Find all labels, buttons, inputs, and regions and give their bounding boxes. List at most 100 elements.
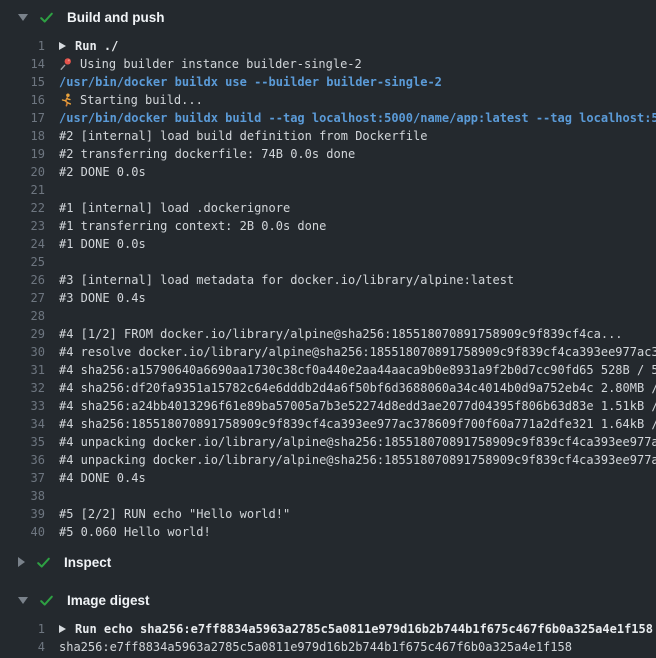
line-number[interactable]: 28 [0, 307, 45, 325]
line-number[interactable]: 27 [0, 289, 45, 307]
line-number[interactable]: 4 [0, 638, 45, 656]
log-text: #4 unpacking docker.io/library/alpine@sh… [59, 451, 656, 469]
line-number[interactable]: 26 [0, 271, 45, 289]
log-block-image-digest: 1 Run echo sha256:e7ff8834a5963a2785c5a08… [0, 617, 656, 658]
log-text-content: #5 [2/2] RUN echo "Hello world!" [59, 505, 290, 523]
line-number[interactable]: 36 [0, 451, 45, 469]
line-number[interactable]: 19 [0, 145, 45, 163]
line-number[interactable]: 22 [0, 199, 45, 217]
log-line: 30 #4 resolve docker.io/library/alpine@sh… [0, 343, 656, 361]
log-text-content: #4 sha256:a24bb4013296f61e89ba57005a7b3e… [59, 397, 656, 415]
log-text-content: Run echo sha256:e7ff8834a5963a2785c5a081… [75, 620, 653, 638]
log-line: 21 [0, 181, 656, 199]
line-number[interactable]: 40 [0, 523, 45, 541]
log-line: 28 [0, 307, 656, 325]
log-line: 36 #4 unpacking docker.io/library/alpine@… [0, 451, 656, 469]
line-number[interactable]: 16 [0, 91, 45, 109]
log-text-content: /usr/bin/docker buildx use --builder bui… [59, 73, 442, 91]
section-title: Inspect [64, 555, 111, 570]
log-line: 38 [0, 487, 656, 505]
log-text: #4 sha256:185518070891758909c9f839cf4ca3… [59, 415, 656, 433]
line-number[interactable]: 25 [0, 253, 45, 271]
line-number[interactable]: 34 [0, 415, 45, 433]
log-text-content: #2 [internal] load build definition from… [59, 127, 427, 145]
log-text-content: Starting build... [80, 91, 203, 109]
log-text-content: #3 DONE 0.4s [59, 289, 146, 307]
line-number[interactable]: 39 [0, 505, 45, 523]
log-text: #2 DONE 0.0s [59, 163, 146, 181]
line-number[interactable]: 15 [0, 73, 45, 91]
line-number[interactable]: 24 [0, 235, 45, 253]
log-text: #2 transferring dockerfile: 74B 0.0s don… [59, 145, 355, 163]
line-number[interactable]: 17 [0, 109, 45, 127]
log-text: #4 resolve docker.io/library/alpine@sha2… [59, 343, 656, 361]
line-number[interactable]: 14 [0, 55, 45, 73]
check-icon [38, 592, 55, 609]
line-number[interactable]: 29 [0, 325, 45, 343]
log-text: #4 sha256:a24bb4013296f61e89ba57005a7b3e… [59, 397, 656, 415]
section-header-build-and-push[interactable]: Build and push [0, 0, 656, 34]
log-block-build-and-push: 1 Run ./ 14 Using builder instance builder-… [0, 34, 656, 545]
log-line: 39 #5 [2/2] RUN echo "Hello world!" [0, 505, 656, 523]
line-number[interactable]: 1 [0, 620, 45, 638]
log-text-content: #2 transferring dockerfile: 74B 0.0s don… [59, 145, 355, 163]
log-text-content: Run ./ [75, 37, 118, 55]
log-text-content: sha256:e7ff8834a5963a2785c5a0811e979d16b… [59, 638, 572, 656]
log-text: #4 [1/2] FROM docker.io/library/alpine@s… [59, 325, 623, 343]
runner-icon [59, 93, 73, 107]
log-text-content: #1 transferring context: 2B 0.0s done [59, 217, 326, 235]
log-text: #1 DONE 0.0s [59, 235, 146, 253]
line-number[interactable]: 31 [0, 361, 45, 379]
line-number[interactable]: 21 [0, 181, 45, 199]
log-text: #4 DONE 0.4s [59, 469, 146, 487]
log-line: 4 sha256:e7ff8834a5963a2785c5a0811e979d16… [0, 638, 656, 656]
line-number[interactable]: 38 [0, 487, 45, 505]
check-icon [35, 554, 52, 571]
line-number[interactable]: 32 [0, 379, 45, 397]
log-line: 14 Using builder instance builder-single-… [0, 55, 656, 73]
log-line: 17/usr/bin/docker buildx build --tag loc… [0, 109, 656, 127]
log-text-content: #2 DONE 0.0s [59, 163, 146, 181]
log-line: 23 #1 transferring context: 2B 0.0s done [0, 217, 656, 235]
section-header-inspect[interactable]: Inspect [0, 545, 656, 579]
log-line: 27 #3 DONE 0.4s [0, 289, 656, 307]
line-number[interactable]: 1 [0, 37, 45, 55]
log-line: 18 #2 [internal] load build definition fr… [0, 127, 656, 145]
chevron-right-icon[interactable] [18, 557, 25, 567]
log-text-content: #1 [internal] load .dockerignore [59, 199, 290, 217]
line-number[interactable]: 30 [0, 343, 45, 361]
log-text: #2 [internal] load build definition from… [59, 127, 427, 145]
section-header-image-digest[interactable]: Image digest [0, 583, 656, 617]
chevron-down-icon[interactable] [18, 597, 28, 604]
line-number[interactable]: 23 [0, 217, 45, 235]
expand-group-icon[interactable] [59, 42, 66, 50]
log-text-content: Using builder instance builder-single-2 [80, 55, 362, 73]
log-text: #5 0.060 Hello world! [59, 523, 211, 541]
log-text-content: #3 [internal] load metadata for docker.i… [59, 271, 514, 289]
line-number[interactable]: 37 [0, 469, 45, 487]
log-line: 24 #1 DONE 0.0s [0, 235, 656, 253]
log-line: 26 #3 [internal] load metadata for docker… [0, 271, 656, 289]
log-text: Starting build... [59, 91, 203, 109]
log-text: /usr/bin/docker buildx build --tag local… [59, 109, 656, 127]
log-line: 37 #4 DONE 0.4s [0, 469, 656, 487]
chevron-down-icon[interactable] [18, 14, 28, 21]
line-number[interactable]: 20 [0, 163, 45, 181]
log-text: #1 transferring context: 2B 0.0s done [59, 217, 326, 235]
check-icon [38, 9, 55, 26]
log-text: Using builder instance builder-single-2 [59, 55, 362, 73]
log-text: #3 [internal] load metadata for docker.i… [59, 271, 514, 289]
log-line: 29 #4 [1/2] FROM docker.io/library/alpine… [0, 325, 656, 343]
log-text-content: #4 [1/2] FROM docker.io/library/alpine@s… [59, 325, 623, 343]
section-title: Image digest [67, 593, 150, 608]
line-number[interactable]: 33 [0, 397, 45, 415]
log-line: 40 #5 0.060 Hello world! [0, 523, 656, 541]
log-text: Run echo sha256:e7ff8834a5963a2785c5a081… [59, 620, 653, 638]
log-text: #5 [2/2] RUN echo "Hello world!" [59, 505, 290, 523]
line-number[interactable]: 35 [0, 433, 45, 451]
line-number[interactable]: 18 [0, 127, 45, 145]
log-text: #4 unpacking docker.io/library/alpine@sh… [59, 433, 656, 451]
expand-group-icon[interactable] [59, 625, 66, 633]
log-line: 20 #2 DONE 0.0s [0, 163, 656, 181]
workflow-log-viewer: Build and push1Run ./14Using builder ins… [0, 0, 656, 658]
